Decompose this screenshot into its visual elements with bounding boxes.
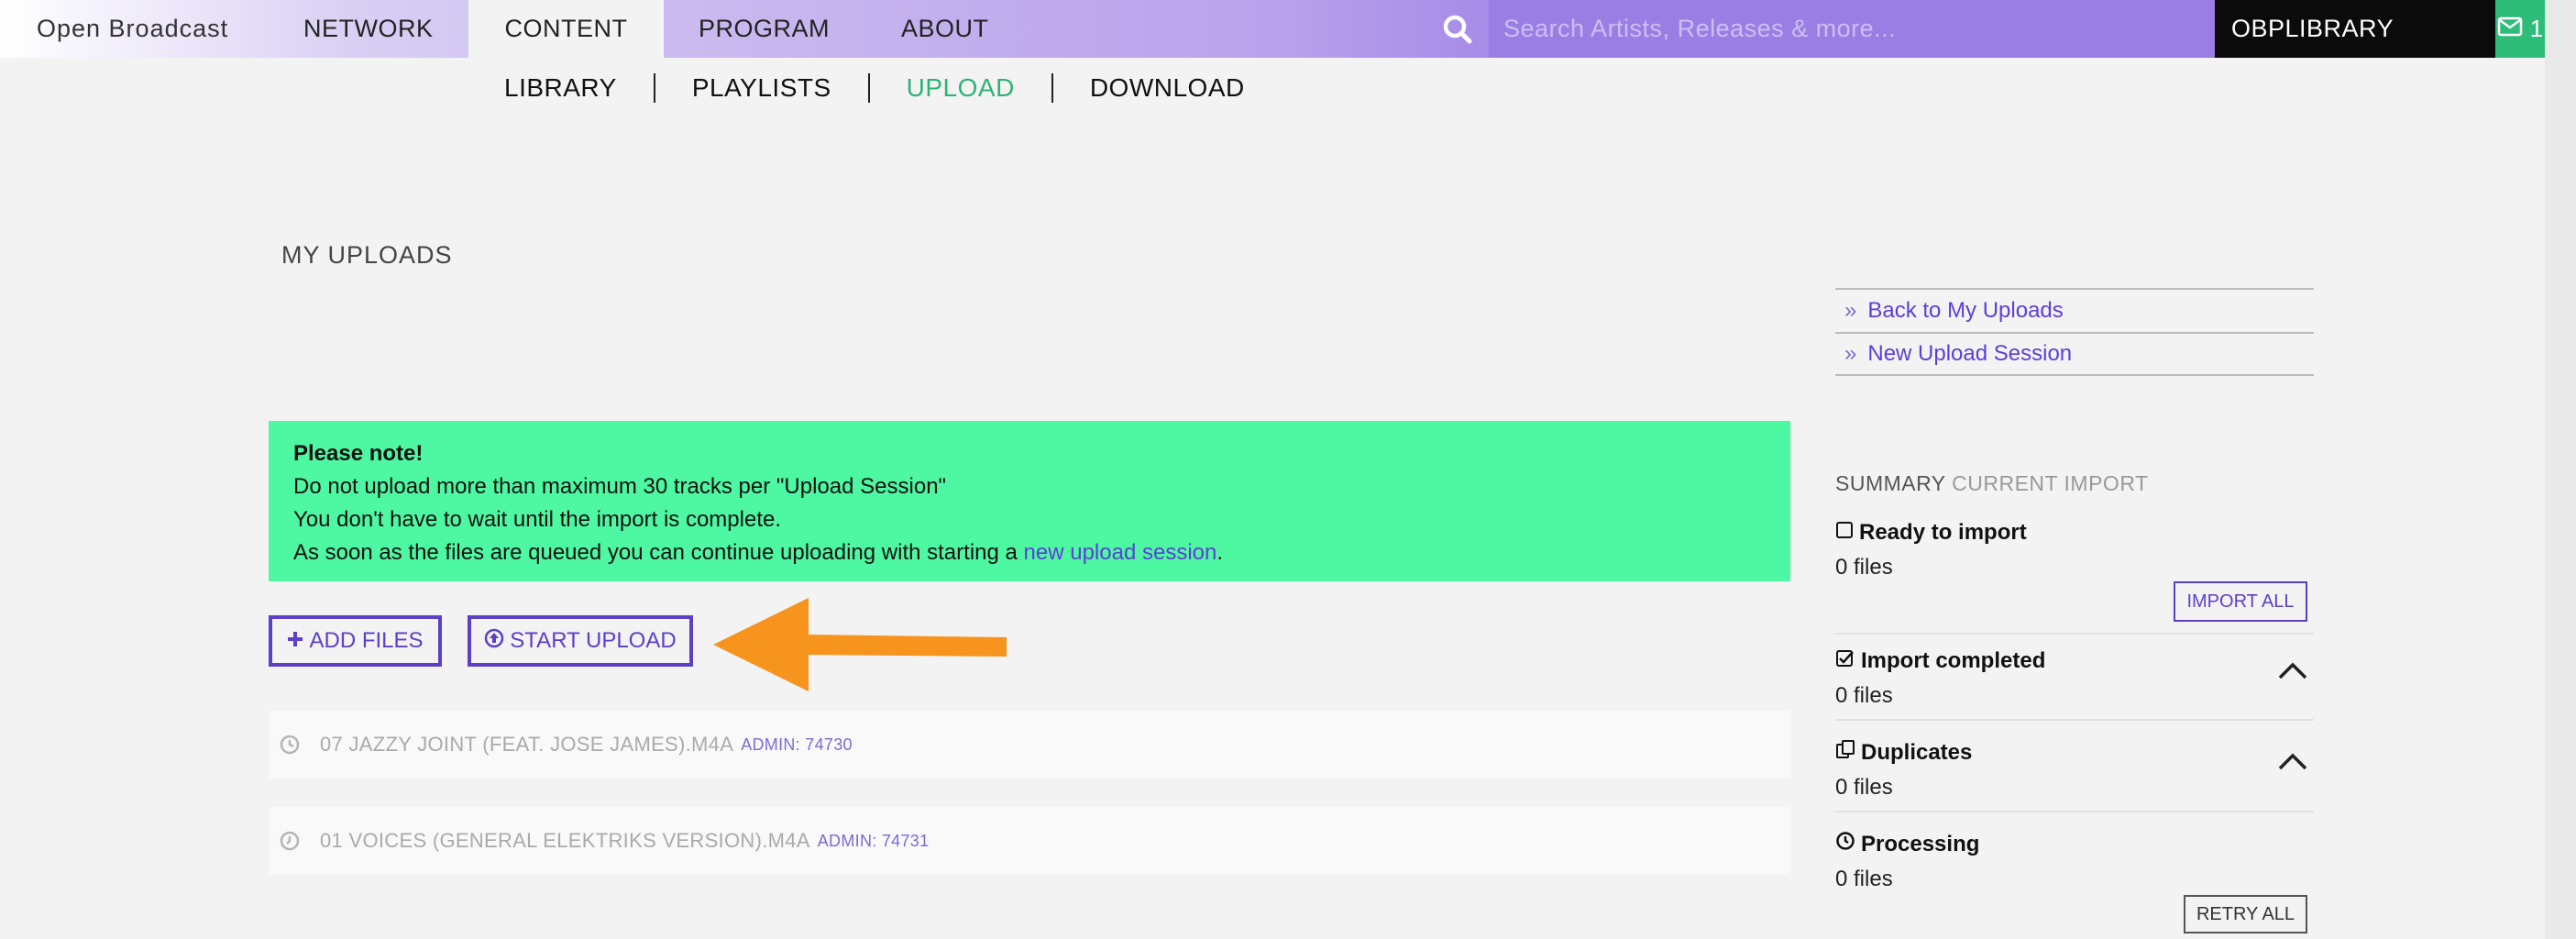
file-name: 01 VOICES (GENERAL ELEKTRIKS VERSION).M4…	[320, 829, 810, 852]
link-label: New Upload Session	[1867, 341, 2073, 366]
section-title: Processing	[1861, 831, 1980, 856]
top-navigation: Open Broadcast NETWORK CONTENT PROGRAM A…	[0, 0, 2545, 58]
start-upload-button[interactable]: START UPLOAD	[468, 615, 693, 667]
sidebar-links: » Back to My Uploads » New Upload Sessio…	[1835, 288, 2314, 376]
messages-count: 1	[2529, 15, 2544, 42]
subnav-library[interactable]: LIBRARY	[504, 73, 617, 103]
section-divider	[1835, 811, 2314, 812]
subnav-download[interactable]: DOWNLOAD	[1090, 73, 1245, 103]
new-upload-session-sidebar-link[interactable]: » New Upload Session	[1835, 332, 2314, 376]
nav-program[interactable]: PROGRAM	[699, 0, 830, 58]
link-label: Back to My Uploads	[1867, 298, 2064, 323]
double-chevron-right-icon: »	[1844, 298, 1857, 323]
subnav-divider	[653, 73, 655, 103]
summary-title-b: CURRENT IMPORT	[1952, 471, 2149, 495]
checkbox-checked-icon	[1835, 648, 1855, 674]
checkbox-empty-icon	[1835, 520, 1854, 546]
double-chevron-right-icon: »	[1844, 341, 1857, 366]
chevron-up-icon[interactable]	[2277, 659, 2308, 681]
search-input[interactable]	[1489, 0, 2215, 58]
section-title: Import completed	[1861, 648, 2046, 673]
upload-notice: Please note! Do not upload more than max…	[269, 421, 1790, 581]
add-files-label: ADD FILES	[309, 628, 424, 653]
nav-network[interactable]: NETWORK	[303, 0, 434, 58]
page-title: MY UPLOADS	[281, 241, 453, 269]
section-count: 0 files	[1835, 867, 1893, 891]
library-account-button[interactable]: OBPLIBRARY	[2215, 0, 2495, 58]
brand-link[interactable]: Open Broadcast	[37, 0, 228, 58]
plus-icon	[287, 628, 303, 654]
subnav-playlists[interactable]: PLAYLISTS	[692, 73, 831, 103]
clock-icon	[278, 829, 302, 853]
section-divider	[1835, 719, 2314, 721]
summary-ready-to-import: Ready to import 0 files	[1835, 520, 2314, 580]
subnav-divider	[1051, 73, 1053, 103]
clock-icon	[278, 733, 302, 757]
notice-text: .	[1216, 540, 1224, 565]
notice-line: You don't have to wait until the import …	[293, 507, 781, 532]
import-all-button[interactable]: IMPORT ALL	[2174, 581, 2307, 622]
messages-button[interactable]: 1	[2495, 0, 2545, 58]
start-upload-label: START UPLOAD	[510, 628, 677, 653]
summary-duplicates: Duplicates 0 files	[1835, 739, 2314, 801]
section-count: 0 files	[1835, 683, 1893, 708]
add-files-button[interactable]: ADD FILES	[269, 615, 442, 667]
page-scroll-area	[2545, 0, 2576, 939]
file-admin-id[interactable]: ADMIN: 74731	[818, 832, 930, 851]
notice-line: As soon as the files are queued you can …	[293, 536, 1766, 569]
nav-about[interactable]: ABOUT	[901, 0, 989, 58]
notice-line: Do not upload more than maximum 30 track…	[293, 474, 947, 499]
section-divider	[1835, 633, 2314, 635]
mail-icon	[2497, 15, 2523, 43]
section-count: 0 files	[1835, 555, 1893, 580]
summary-processing: Processing 0 files	[1835, 831, 2314, 892]
back-to-my-uploads-link[interactable]: » Back to My Uploads	[1835, 288, 2314, 332]
retry-all-button[interactable]: RETRY ALL	[2184, 895, 2307, 933]
section-title: Duplicates	[1861, 739, 1973, 765]
upload-file-row: 07 JAZZY JOINT (FEAT. JOSE JAMES).M4A AD…	[269, 711, 1790, 779]
summary-title-a: SUMMARY	[1835, 471, 1953, 495]
chevron-up-icon[interactable]	[2277, 750, 2308, 772]
nav-content[interactable]: CONTENT	[468, 0, 664, 58]
clock-icon	[1835, 831, 1855, 857]
duplicate-copy-icon	[1835, 739, 1855, 766]
content-subnav: LIBRARY PLAYLISTS UPLOAD DOWNLOAD	[504, 72, 1245, 105]
summary-title: SUMMARY CURRENT IMPORT	[1835, 471, 2149, 496]
upload-file-row: 01 VOICES (GENERAL ELEKTRIKS VERSION).M4…	[269, 807, 1790, 875]
search-icon[interactable]	[1441, 13, 1474, 46]
new-upload-session-link[interactable]: new upload session	[1024, 540, 1217, 565]
subnav-divider	[867, 73, 870, 103]
pointer-arrow-icon	[713, 598, 1007, 691]
upload-circle-icon	[484, 628, 504, 655]
file-admin-id[interactable]: ADMIN: 74730	[741, 735, 853, 755]
notice-text: As soon as the files are queued you can …	[293, 540, 1024, 565]
file-name: 07 JAZZY JOINT (FEAT. JOSE JAMES).M4A	[320, 733, 734, 756]
subnav-upload[interactable]: UPLOAD	[907, 73, 1015, 103]
summary-import-completed: Import completed 0 files	[1835, 648, 2314, 709]
notice-heading: Please note!	[293, 441, 424, 466]
section-title: Ready to import	[1859, 520, 2027, 545]
section-count: 0 files	[1835, 775, 1893, 800]
